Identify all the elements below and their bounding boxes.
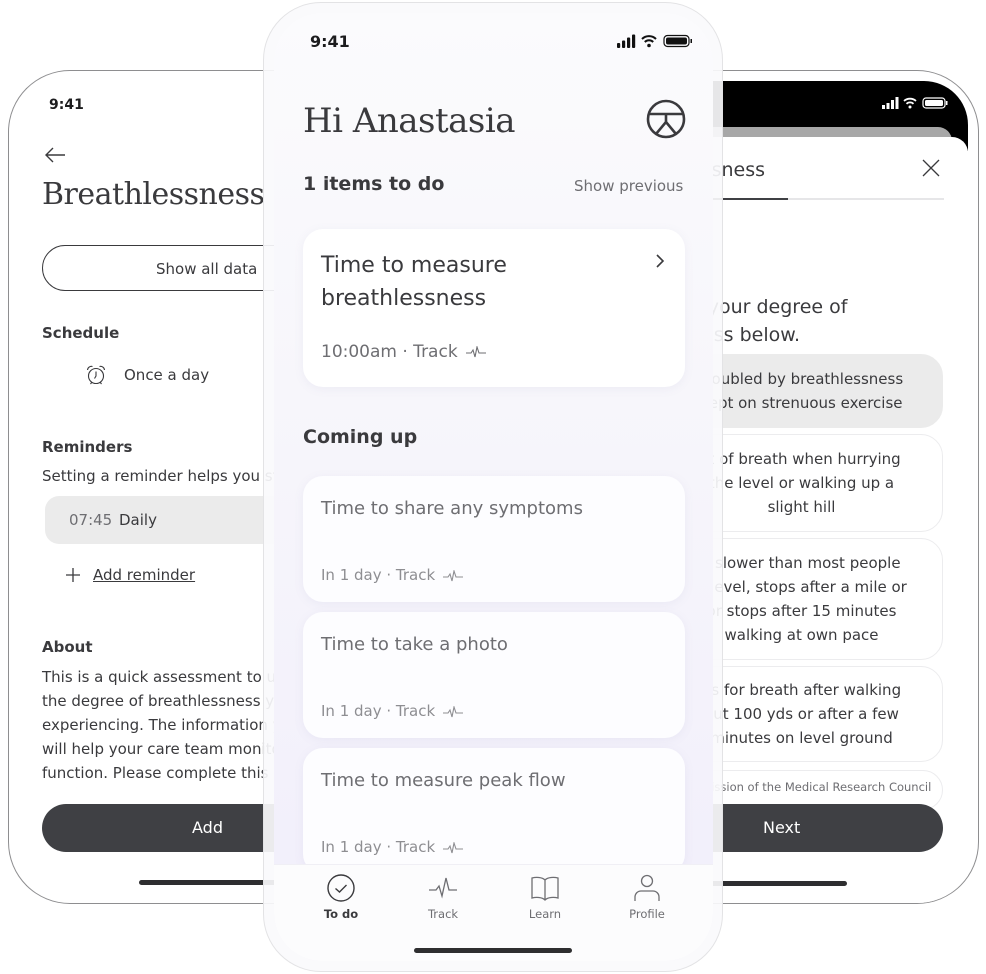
greeting: Hi Anastasia (303, 101, 516, 141)
task-meta-text: 10:00am · Track (321, 342, 458, 362)
task-meta: In 1 day · Track (321, 566, 464, 584)
todo-count: 1 items to do (303, 173, 445, 195)
nav-label: Learn (528, 907, 562, 921)
center-phone-todo-screen: 9:41 Hi Anastasia 1 items to do Show pre… (263, 2, 723, 972)
check-circle-icon (327, 874, 355, 902)
task-title: Time to take a photo (321, 634, 508, 655)
home-indicator (414, 948, 572, 953)
page-title: Breathlessness (42, 177, 265, 212)
coming-up-heading: Coming up (303, 426, 418, 448)
status-time: 9:41 (310, 32, 350, 51)
bottom-nav: To do Track Learn Profile (274, 864, 713, 961)
nav-label: Track (427, 907, 459, 921)
add-button-label: Add (192, 818, 223, 837)
nav-label: To do (323, 907, 359, 921)
about-heading: About (42, 638, 93, 656)
nav-tab-track[interactable]: Track (403, 873, 483, 921)
plus-icon[interactable] (65, 567, 81, 583)
schedule-value: Once a day (124, 366, 210, 384)
task-meta-text: In 1 day · Track (321, 702, 436, 720)
app-logo-icon[interactable] (646, 99, 686, 139)
question-line: ness below. (690, 324, 801, 346)
show-all-data-label: Show all data (156, 260, 258, 278)
upcoming-task-card[interactable]: Time to take a photo In 1 day · Track (303, 612, 685, 738)
reminder-frequency: Daily (119, 511, 157, 529)
task-meta-text: In 1 day · Track (321, 838, 436, 856)
todo-screen: 9:41 Hi Anastasia 1 items to do Show pre… (274, 13, 713, 961)
task-title: Time to measure peak flow (321, 770, 566, 791)
book-icon (531, 876, 559, 901)
status-icons (617, 34, 692, 48)
task-meta-text: In 1 day · Track (321, 566, 436, 584)
next-button-label: Next (763, 818, 801, 837)
person-icon (634, 874, 660, 901)
alarm-clock-icon (86, 365, 106, 385)
status-icons (882, 97, 948, 109)
task-meta: 10:00am · Track (321, 342, 486, 362)
reminder-time: 07:45 (69, 511, 113, 529)
show-previous-link[interactable]: Show previous (574, 177, 683, 195)
task-meta: In 1 day · Track (321, 838, 464, 856)
schedule-heading: Schedule (42, 324, 120, 342)
task-meta: In 1 day · Track (321, 702, 464, 720)
upcoming-task-card[interactable]: Time to share any symptoms In 1 day · Tr… (303, 476, 685, 602)
nav-label: Profile (629, 907, 665, 921)
pulse-icon (443, 569, 464, 581)
add-reminder-link[interactable]: Add reminder (93, 566, 195, 584)
task-title: Time to share any symptoms (321, 498, 583, 519)
upcoming-task-card[interactable]: Time to measure peak flow In 1 day · Tra… (303, 748, 685, 874)
question-text: e your degree of ness below. (690, 293, 950, 349)
pulse-icon (443, 705, 464, 717)
task-title: Time to measure breathlessness (321, 253, 507, 311)
pulse-icon (465, 346, 486, 358)
credit-text: mission of the Medical Research Council (700, 780, 932, 794)
status-time: 9:41 (49, 97, 84, 113)
back-arrow-icon[interactable] (43, 145, 67, 165)
close-icon[interactable] (922, 159, 940, 177)
nav-tab-todo[interactable]: To do (301, 873, 381, 921)
question-line: e your degree of (690, 296, 848, 318)
nav-tab-learn[interactable]: Learn (505, 873, 585, 921)
pulse-icon (429, 877, 457, 899)
nav-tab-profile[interactable]: Profile (607, 873, 687, 921)
chevron-right-icon (656, 254, 665, 268)
reminders-description: Setting a reminder helps you st (42, 467, 279, 485)
task-card-breathlessness[interactable]: Time to measure breathlessness 10:00am ·… (303, 229, 685, 387)
reminders-heading: Reminders (42, 438, 133, 456)
pulse-icon (443, 841, 464, 853)
